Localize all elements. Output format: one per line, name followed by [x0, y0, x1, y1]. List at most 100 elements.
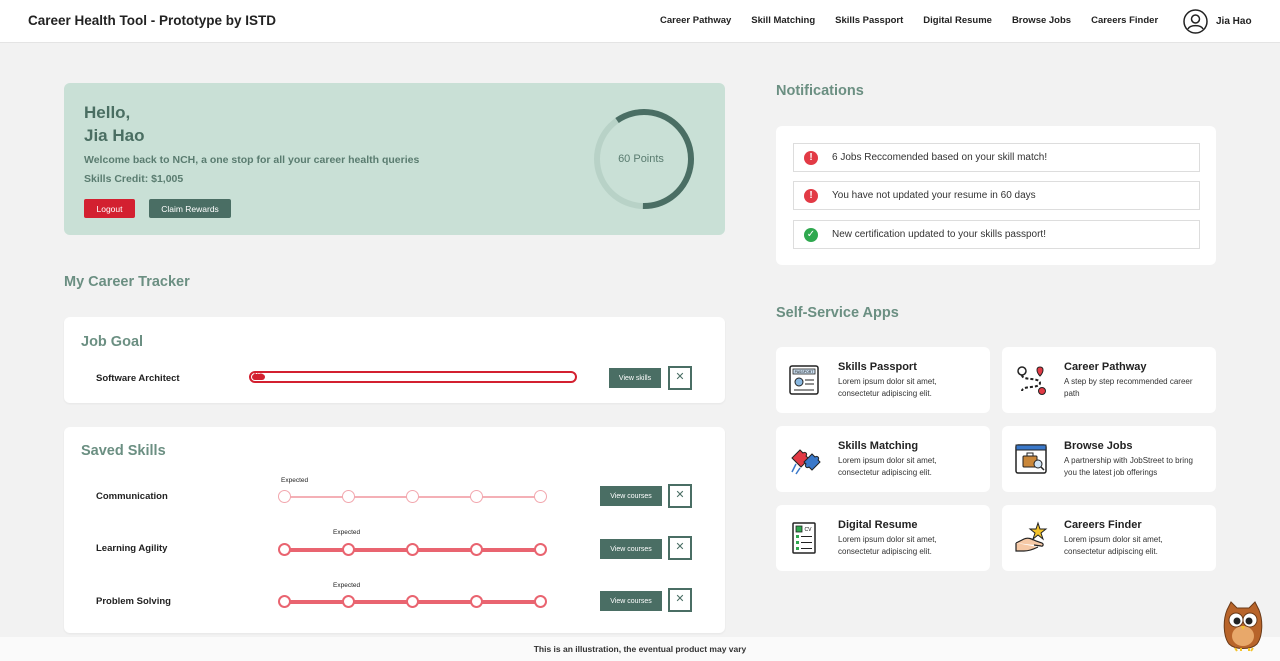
notification-item[interactable]: ✓ New certification updated to your skil… — [793, 220, 1200, 249]
app-digital-resume[interactable]: CV Digital Resume Lorem ipsum dolor sit … — [776, 505, 990, 571]
points-label: 60 Points — [618, 153, 664, 165]
skill-level-dot — [406, 595, 419, 608]
notification-text: You have not updated your resume in 60 d… — [832, 190, 1036, 201]
job-goal-card: Job Goal Software Architect 4% View skil… — [64, 317, 725, 403]
remove-skill-button[interactable]: ✕ — [668, 536, 692, 560]
expected-label: Expected — [333, 582, 361, 589]
points-gauge: 60 Points — [594, 109, 694, 209]
nav-career-pathway[interactable]: Career Pathway — [660, 15, 731, 26]
career-tracker-title: My Career Tracker — [64, 274, 190, 290]
expected-label: Expected — [333, 529, 361, 536]
welcome-text: Welcome back to NCH, a one stop for all … — [84, 154, 420, 166]
notification-item[interactable]: ! You have not updated your resume in 60… — [793, 181, 1200, 210]
view-courses-button[interactable]: View courses — [600, 486, 662, 506]
skill-level-dot — [470, 543, 483, 556]
skill-level-dot — [278, 490, 291, 503]
skill-level-dot — [470, 490, 483, 503]
skills-credit: Skills Credit: $1,005 — [84, 173, 184, 185]
close-icon: ✕ — [675, 541, 685, 553]
app-browse-jobs[interactable]: Browse Jobs A partnership with JobStreet… — [1002, 426, 1216, 492]
skill-level-dot — [278, 543, 291, 556]
app-description: A step by step recommended career path — [1064, 377, 1193, 398]
resume-icon: CV — [792, 522, 816, 554]
notification-text: New certification updated to your skills… — [832, 229, 1046, 240]
close-icon: ✕ — [675, 371, 685, 383]
notification-text: 6 Jobs Reccomended based on your skill m… — [832, 152, 1048, 163]
app-skills-matching[interactable]: Skills Matching Lorem ipsum dolor sit am… — [776, 426, 990, 492]
app-description: A partnership with JobStreet to bring yo… — [1064, 456, 1193, 477]
view-courses-button[interactable]: View courses — [600, 539, 662, 559]
welcome-banner: Hello, Jia Hao Welcome back to NCH, a on… — [64, 83, 725, 235]
skill-level-dot — [406, 543, 419, 556]
job-goal-role: Software Architect — [96, 373, 180, 384]
skill-level-dot — [342, 595, 355, 608]
app-description: Lorem ipsum dolor sit amet, consectetur … — [838, 456, 937, 477]
expected-label: Expected — [281, 477, 309, 484]
progress-label: 4% — [253, 372, 264, 379]
puzzle-icon — [791, 449, 821, 475]
svg-text:PASSPORT: PASSPORT — [795, 370, 815, 374]
app-career-pathway[interactable]: Career Pathway A step by step recommende… — [1002, 347, 1216, 413]
job-goal-progress: 4% — [249, 371, 577, 383]
skill-level-dot — [534, 490, 547, 503]
nav-skills-passport[interactable]: Skills Passport — [835, 15, 903, 26]
nav-browse-jobs[interactable]: Browse Jobs — [1012, 15, 1071, 26]
app-careers-finder[interactable]: Careers Finder Lorem ipsum dolor sit ame… — [1002, 505, 1216, 571]
career-pathway-icon — [1017, 366, 1046, 395]
saved-skills-card: Saved Skills Communication Expected View… — [64, 427, 725, 633]
skill-level-dot — [278, 595, 291, 608]
nav-careers-finder[interactable]: Careers Finder — [1091, 15, 1158, 26]
saved-skills-title: Saved Skills — [81, 443, 166, 459]
brand-title[interactable]: Career Health Tool - Prototype by ISTD — [28, 13, 276, 28]
remove-job-goal-button[interactable]: ✕ — [668, 366, 692, 390]
job-goal-title: Job Goal — [81, 334, 144, 350]
nav-skill-matching[interactable]: Skill Matching — [751, 15, 815, 26]
app-skills-passport[interactable]: PASSPORT Skills Passport Lorem ipsum dol… — [776, 347, 990, 413]
logout-button[interactable]: Logout — [84, 199, 135, 218]
app-title: Digital Resume — [838, 519, 918, 531]
view-courses-button[interactable]: View courses — [600, 591, 662, 611]
skill-name: Problem Solving — [96, 596, 171, 607]
alert-icon: ! — [804, 151, 818, 165]
skill-name: Learning Agility — [96, 543, 168, 554]
app-description: Lorem ipsum dolor sit amet, consectetur … — [838, 535, 937, 556]
greeting: Hello, Jia Hao — [84, 101, 144, 147]
close-icon: ✕ — [675, 593, 685, 605]
app-description: Lorem ipsum dolor sit amet, consectetur … — [1064, 535, 1163, 556]
notification-item[interactable]: ! 6 Jobs Reccomended based on your skill… — [793, 143, 1200, 172]
app-title: Skills Matching — [838, 440, 919, 452]
check-icon: ✓ — [804, 228, 818, 242]
skill-name: Communication — [96, 491, 168, 502]
app-description: Lorem ipsum dolor sit amet, consectetur … — [838, 377, 937, 398]
app-title: Careers Finder — [1064, 519, 1142, 531]
user-name: Jia Hao — [1216, 16, 1252, 27]
browse-jobs-icon — [1015, 444, 1047, 474]
footer-disclaimer: This is an illustration, the eventual pr… — [0, 637, 1280, 661]
view-skills-button[interactable]: View skills — [609, 368, 661, 388]
alert-icon: ! — [804, 189, 818, 203]
close-icon: ✕ — [675, 489, 685, 501]
remove-skill-button[interactable]: ✕ — [668, 484, 692, 508]
skill-level-dot — [406, 490, 419, 503]
skill-level-dot — [534, 543, 547, 556]
careers-finder-icon — [1015, 521, 1048, 552]
owl-mascot-icon[interactable] — [1221, 600, 1265, 652]
app-title: Career Pathway — [1064, 361, 1147, 373]
passport-icon: PASSPORT — [789, 365, 819, 395]
app-title: Browse Jobs — [1064, 440, 1133, 452]
top-navbar: Career Health Tool - Prototype by ISTD C… — [0, 0, 1280, 43]
svg-text:CV: CV — [805, 527, 813, 533]
notifications-card: ! 6 Jobs Reccomended based on your skill… — [776, 126, 1216, 265]
app-title: Skills Passport — [838, 361, 917, 373]
apps-title: Self-Service Apps — [776, 305, 899, 321]
greeting-name: Jia Hao — [84, 126, 145, 145]
claim-rewards-button[interactable]: Claim Rewards — [149, 199, 231, 218]
avatar-icon — [1183, 9, 1208, 34]
notifications-title: Notifications — [776, 83, 864, 99]
nav-digital-resume[interactable]: Digital Resume — [923, 15, 992, 26]
remove-skill-button[interactable]: ✕ — [668, 588, 692, 612]
skill-level-dot — [470, 595, 483, 608]
skill-level-dot — [342, 543, 355, 556]
user-menu[interactable]: Jia Hao — [1183, 9, 1252, 34]
greeting-text: Hello, — [84, 103, 131, 122]
